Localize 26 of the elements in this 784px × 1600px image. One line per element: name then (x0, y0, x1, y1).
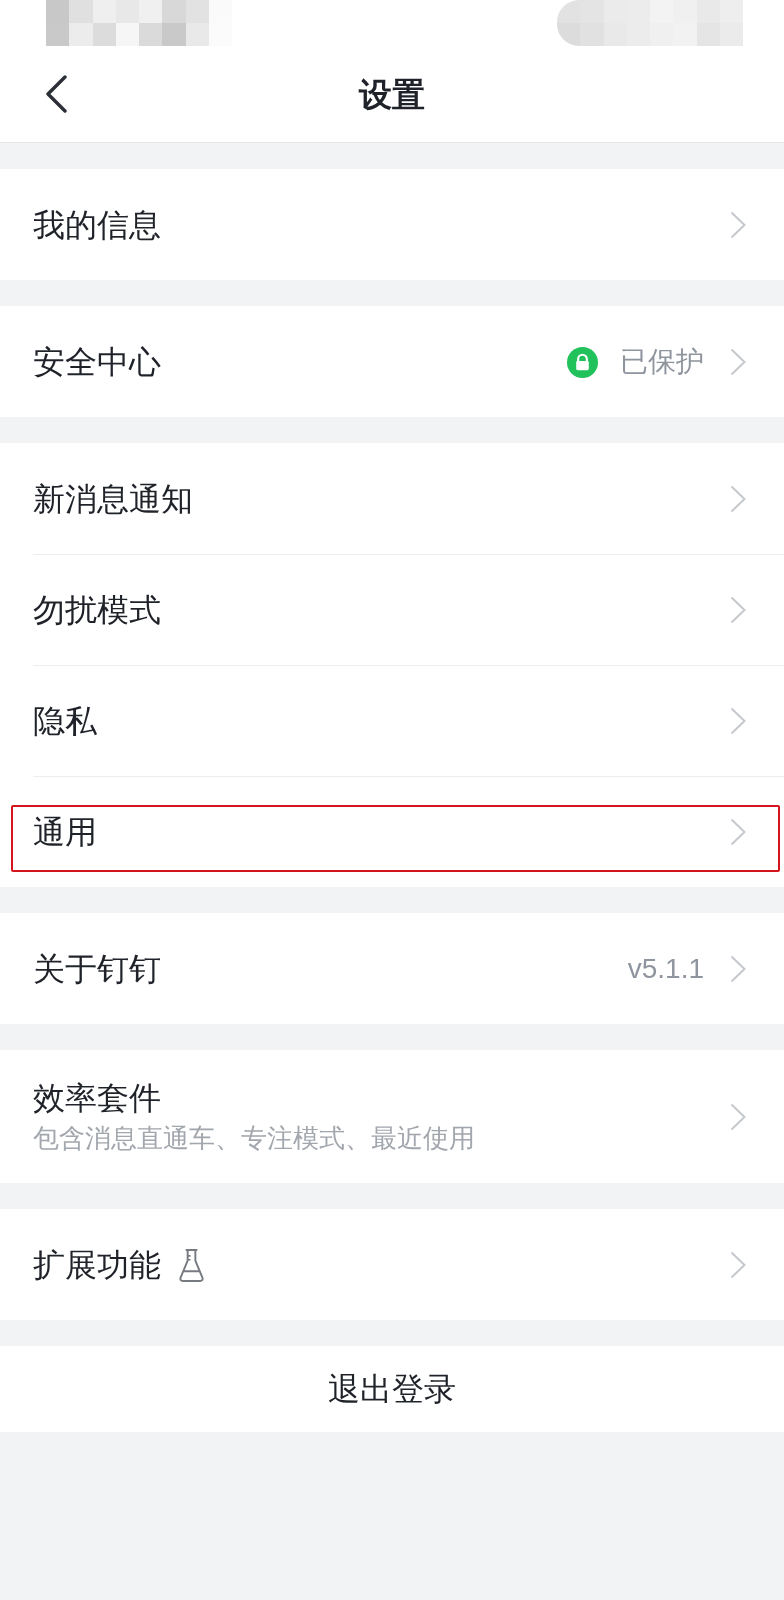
row-label: 安全中心 (33, 343, 161, 382)
row-label: 扩展功能 (33, 1246, 161, 1285)
row-label: 隐私 (33, 702, 97, 741)
chevron-right-icon (730, 485, 746, 513)
chevron-right-icon (730, 818, 746, 846)
page-title: 设置 (359, 75, 425, 116)
row-label: 关于钉钉 (33, 950, 161, 989)
logout-button[interactable]: 退出登录 (0, 1346, 784, 1432)
flask-icon (178, 1247, 205, 1283)
chevron-right-icon (730, 596, 746, 624)
row-label: 新消息通知 (33, 480, 193, 519)
row-value: v5.1.1 (627, 952, 704, 986)
chevron-right-icon (730, 707, 746, 735)
row-label: 我的信息 (33, 206, 161, 245)
chevron-right-icon (730, 1103, 746, 1131)
back-icon (45, 75, 67, 113)
chevron-right-icon (730, 955, 746, 983)
lock-icon (567, 346, 598, 378)
chevron-right-icon (730, 211, 746, 239)
chevron-right-icon (730, 348, 746, 376)
row-description: 包含消息直通车、专注模式、最近使用 (33, 1122, 475, 1155)
row-label: 效率套件 (33, 1079, 161, 1118)
row-label: 勿扰模式 (33, 591, 161, 630)
row-label: 通用 (33, 813, 97, 852)
chevron-right-icon (730, 1251, 746, 1279)
row-value: 已保护 (620, 345, 704, 379)
